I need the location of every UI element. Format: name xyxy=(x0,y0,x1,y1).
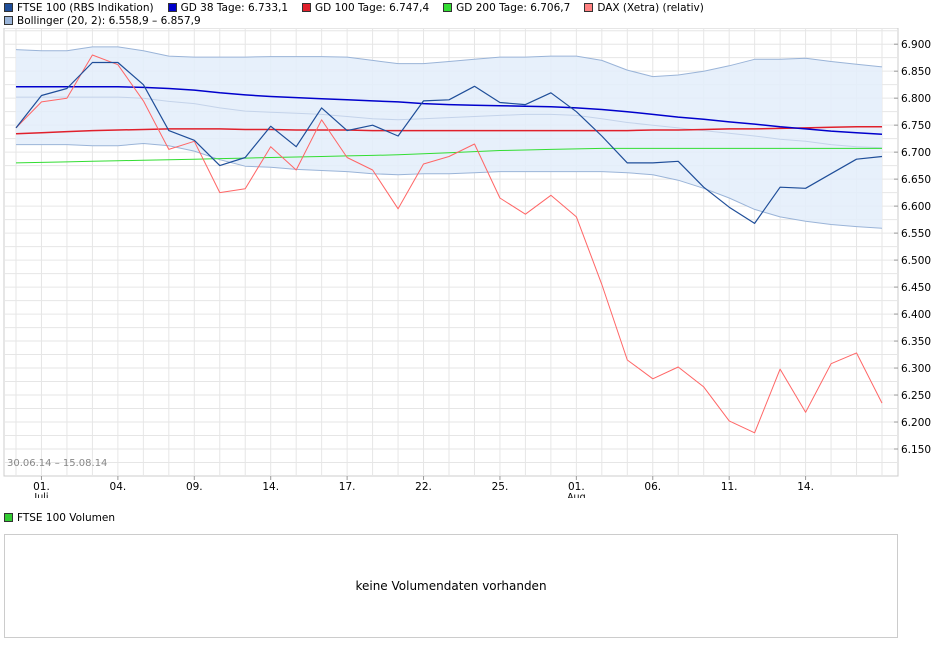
y-tick-label: 6.850 xyxy=(901,66,931,78)
y-tick-label: 6.450 xyxy=(901,282,931,294)
legend-item-4[interactable]: DAX (Xetra) (relativ) xyxy=(584,2,704,14)
legend-item-bollinger[interactable]: Bollinger (20, 2): 6.558,9 – 6.857,9 xyxy=(4,15,201,27)
legend-item-1[interactable]: GD 38 Tage: 6.733,1 xyxy=(167,1,289,14)
legend-swatch-4 xyxy=(584,3,594,12)
y-tick-label: 6.300 xyxy=(901,363,931,375)
legend-swatch-3 xyxy=(443,3,453,12)
y-tick-label: 6.350 xyxy=(901,336,931,348)
legend-item-3[interactable]: GD 200 Tage: 6.706,7 xyxy=(443,2,570,14)
legend-label-volume: FTSE 100 Volumen xyxy=(17,511,115,524)
legend-swatch-2 xyxy=(302,3,312,12)
x-tick-label: 17. xyxy=(339,481,356,493)
y-tick-label: 6.500 xyxy=(901,255,931,267)
legend-label-4: DAX (Xetra) (relativ) xyxy=(597,1,704,14)
legend-label-3: GD 200 Tage: 6.706,7 xyxy=(456,1,571,14)
x-tick-label: 14. xyxy=(797,481,814,493)
y-tick-label: 6.700 xyxy=(901,147,931,159)
volume-panel: keine Volumendaten vorhanden xyxy=(4,534,898,638)
legend-item-0[interactable]: FTSE 100 (RBS Indikation) xyxy=(4,2,154,14)
legend-label-bollinger: Bollinger (20, 2): 6.558,9 – 6.857,9 xyxy=(17,14,201,27)
legend-swatch-0 xyxy=(4,3,13,12)
x-month-label: Aug xyxy=(567,492,586,498)
y-tick-label: 6.750 xyxy=(901,120,931,132)
legend-item-volume[interactable]: FTSE 100 Volumen xyxy=(4,512,115,524)
legend-row-bollinger: Bollinger (20, 2): 6.558,9 – 6.857,9 xyxy=(4,14,215,27)
volume-empty-message: keine Volumendaten vorhanden xyxy=(355,579,547,593)
x-tick-label: 11. xyxy=(721,481,738,493)
date-range-label: 30.06.14 – 15.08.14 xyxy=(7,458,107,469)
legend-label-2: GD 100 Tage: 6.747,4 xyxy=(315,1,430,14)
legend-item-2[interactable]: GD 100 Tage: 6.747,4 xyxy=(302,2,429,14)
y-tick-label: 6.150 xyxy=(901,444,931,456)
x-tick-label: 14. xyxy=(262,481,279,493)
legend-label-1: GD 38 Tage: 6.733,1 xyxy=(180,1,289,14)
x-tick-label: 06. xyxy=(644,481,661,493)
legend-swatch-volume xyxy=(4,513,13,522)
legend-row-volume: FTSE 100 Volumen xyxy=(4,511,129,524)
y-tick-label: 6.550 xyxy=(901,228,931,240)
y-tick-label: 6.200 xyxy=(901,417,931,429)
price-chart: 6.150 6.200 6.250 6.300 6.350 6.400 6.450 6.500… xyxy=(3,28,931,498)
x-tick-label: 25. xyxy=(492,481,509,493)
y-tick-label: 6.800 xyxy=(901,93,931,105)
y-tick-label: 6.250 xyxy=(901,390,931,402)
legend-row-main: FTSE 100 (RBS Indikation) GD 38 Tage: 6.7… xyxy=(4,1,718,14)
y-tick-label: 6.650 xyxy=(901,174,931,186)
y-tick-label: 6.900 xyxy=(901,39,931,51)
y-tick-label: 6.600 xyxy=(901,201,931,213)
y-tick-label: 6.400 xyxy=(901,309,931,321)
legend-label-0: FTSE 100 (RBS Indikation) xyxy=(17,1,154,14)
x-tick-label: 09. xyxy=(186,481,203,493)
x-tick-label: 04. xyxy=(110,481,127,493)
x-tick-label: 22. xyxy=(415,481,432,493)
legend-swatch-1 xyxy=(167,3,177,12)
x-month-label: Juli xyxy=(33,492,48,498)
legend-swatch-bollinger xyxy=(4,16,13,25)
